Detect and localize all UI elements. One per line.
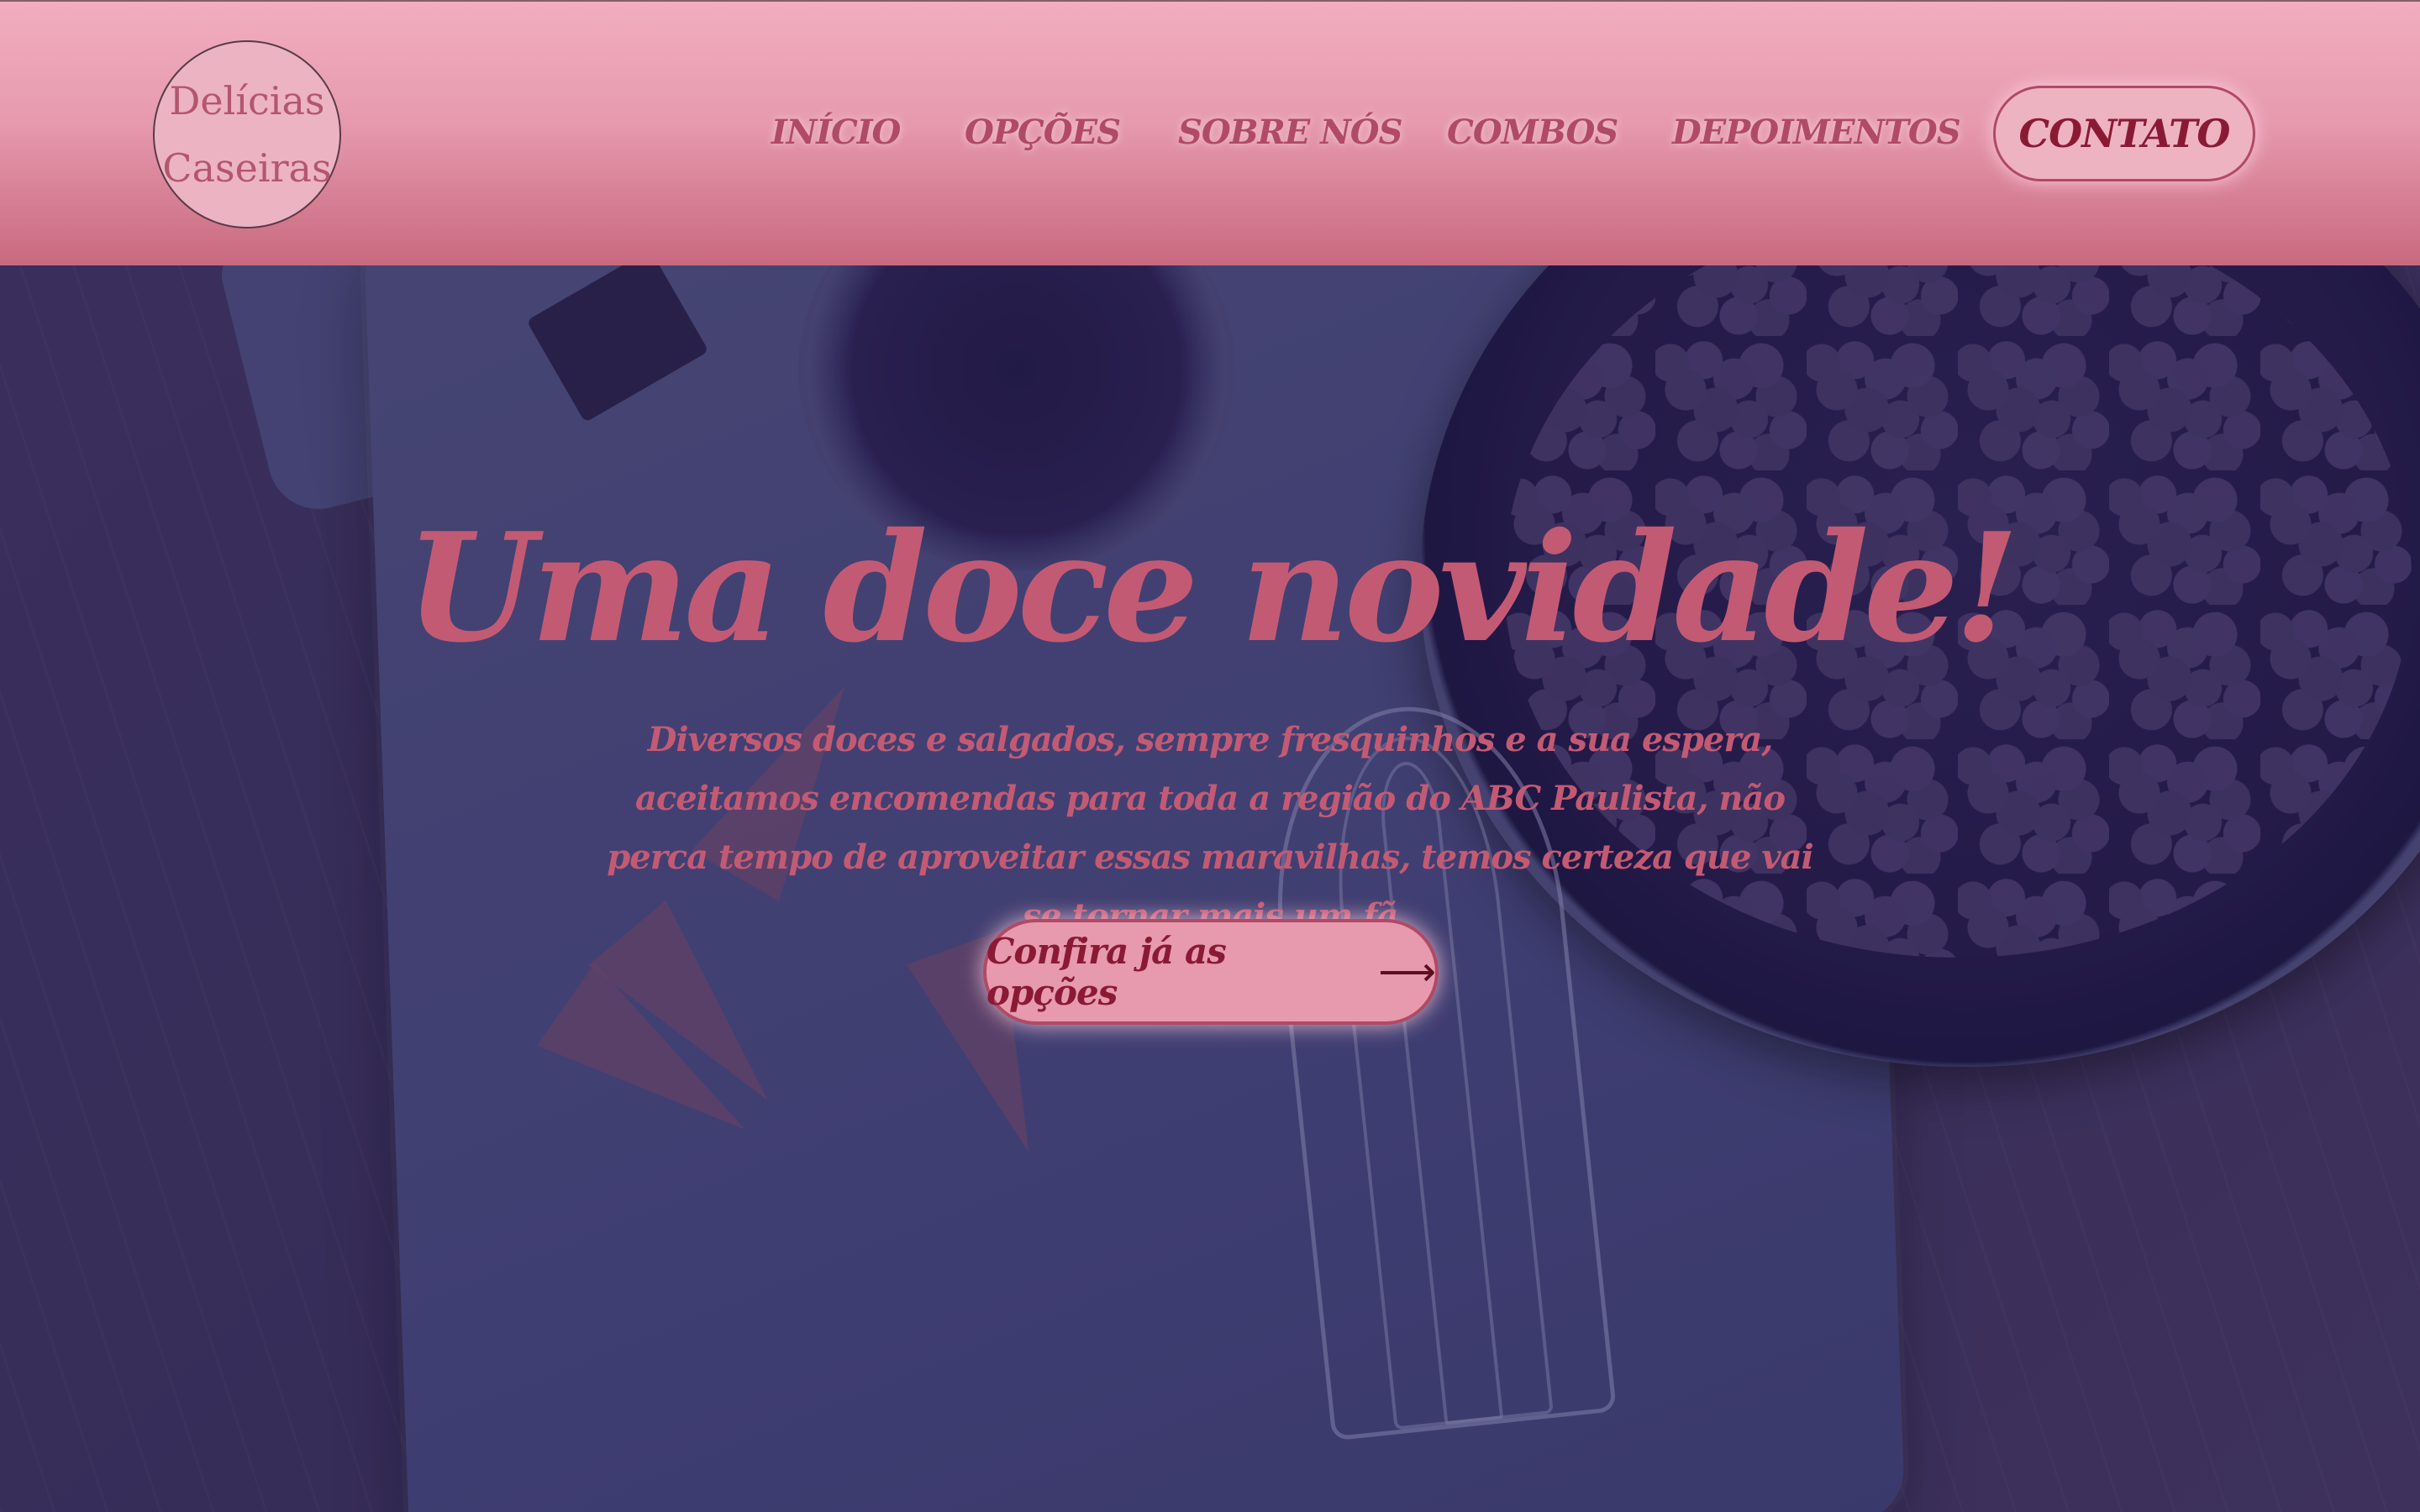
hero-title: Uma doce novidade!	[405, 500, 2020, 675]
nav-link-opcoes[interactable]: OPÇÕES	[965, 113, 1121, 152]
view-options-label: Confira já as opções	[986, 931, 1227, 1013]
page: Delícias Caseiras INÍCIO OPÇÕES SOBRE NÓ…	[0, 0, 2420, 1512]
view-options-button[interactable]: Confira já as opções ⟶	[983, 919, 1439, 1025]
arrow-right-icon: ⟶	[1378, 948, 1436, 995]
contact-button[interactable]: CONTATO	[1993, 86, 2255, 181]
nav-link-inicio[interactable]: INÍCIO	[771, 113, 901, 152]
site-header: Delícias Caseiras INÍCIO OPÇÕES SOBRE NÓ…	[0, 0, 2420, 265]
nav-link-depoimentos[interactable]: DEPOIMENTOS	[1672, 113, 1961, 152]
nav-link-sobre-nos[interactable]: SOBRE NÓS	[1178, 113, 1402, 152]
nav-link-combos[interactable]: COMBOS	[1447, 113, 1618, 152]
hero-description: Diversos doces e salgados, sempre fresqu…	[607, 720, 1813, 936]
